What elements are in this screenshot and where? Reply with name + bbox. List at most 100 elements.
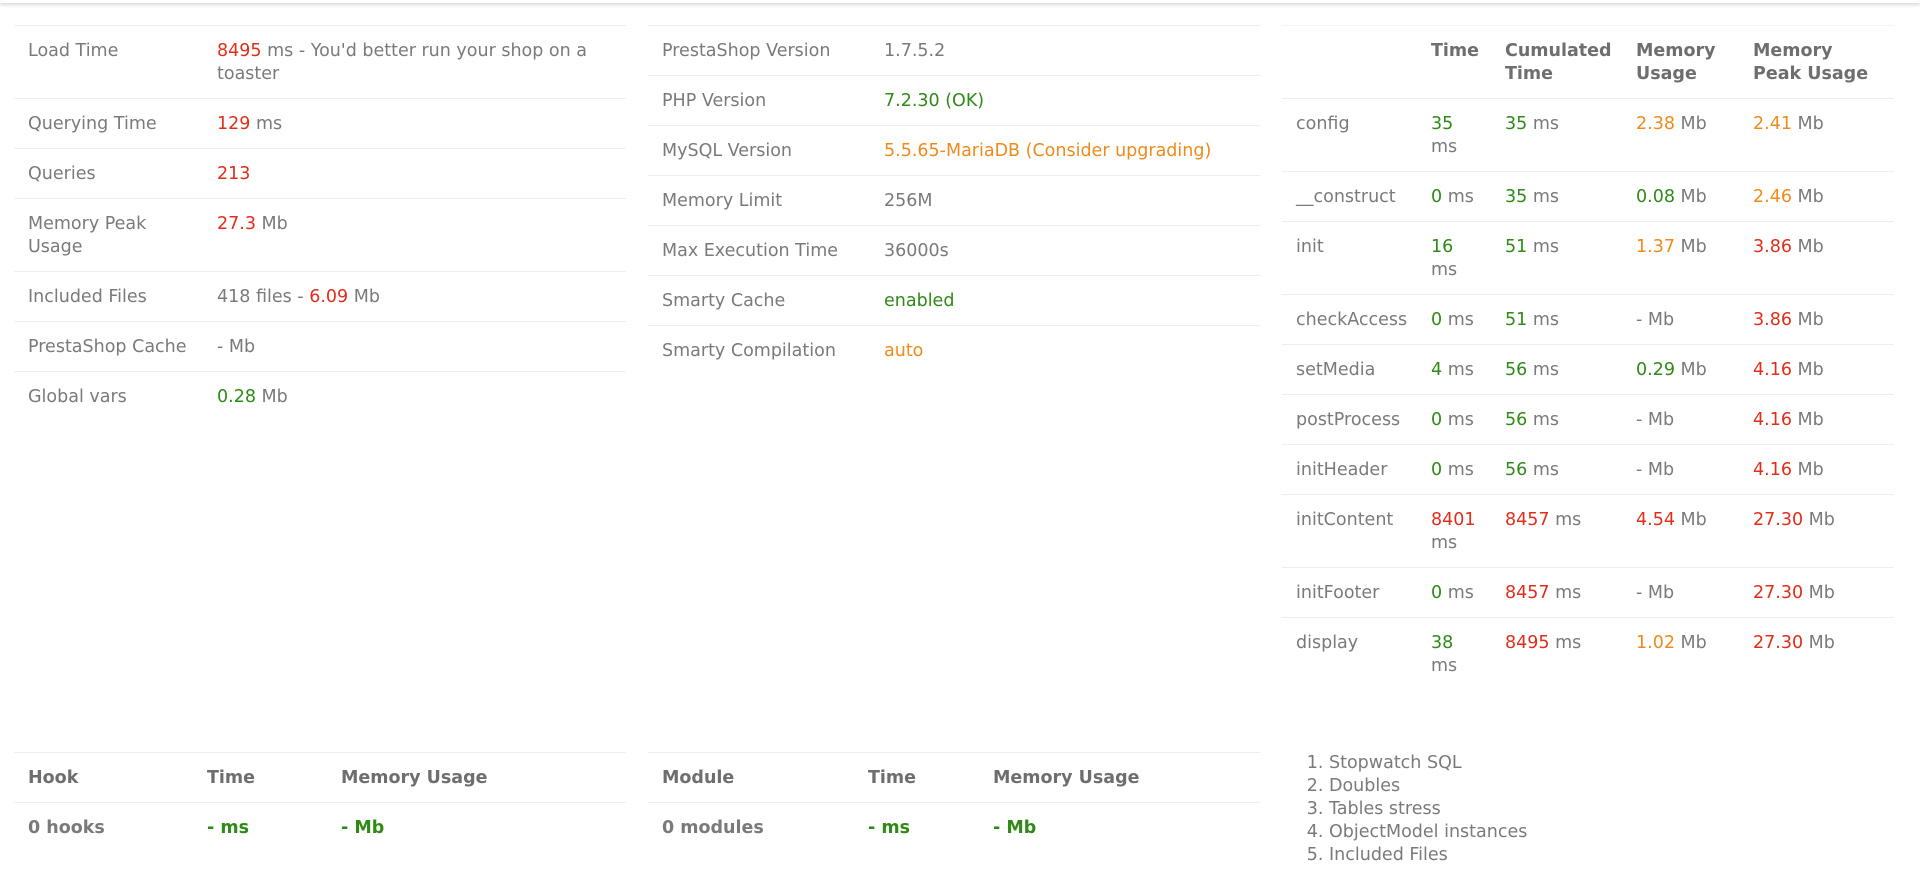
config-value: 7.2.30 (OK) <box>870 75 1260 126</box>
modules-header-module: Module <box>648 752 854 803</box>
modules-header-row: Module Time Memory Usage <box>648 752 1260 803</box>
modules-header-memory-usage: Memory Usage <box>979 752 1260 803</box>
step-memory-peak: 27.30 Mb <box>1739 617 1894 690</box>
steps-header-memory-peak-usage: Memory Peak Usage <box>1739 25 1894 99</box>
step-memory-usage-value: 1.02 <box>1636 633 1675 653</box>
step-memory-peak-unit: Mb <box>1791 310 1824 330</box>
step-memory-usage-unit: Mb <box>1674 633 1707 653</box>
config-row: PrestaShop Version 1.7.5.2 <box>648 25 1260 76</box>
step-name: checkAccess <box>1282 294 1417 345</box>
summary-value: 418 files - 6.09 Mb <box>203 271 626 322</box>
step-cumulated-time: 8457 ms <box>1491 494 1622 568</box>
step-time-unit: ms <box>1442 187 1474 207</box>
step-time-unit: ms <box>1431 656 1458 676</box>
summary-table: Load Time 8495 ms - You'd better run your… <box>14 25 626 421</box>
step-memory-usage-value: 4.54 <box>1636 510 1675 530</box>
step-cumulated-time: 56 ms <box>1491 344 1622 395</box>
step-time-value: 16 <box>1431 237 1454 257</box>
hooks-header-time: Time <box>193 752 327 803</box>
summary-value-number: 418 files - <box>217 287 310 307</box>
step-memory-usage: 1.02 Mb <box>1622 617 1739 690</box>
debug-link-item[interactable]: Doubles <box>1329 775 1885 798</box>
summary-value-number: 8495 <box>217 41 262 61</box>
step-name: initFooter <box>1282 567 1417 618</box>
config-value-text: auto <box>884 341 924 361</box>
step-memory-usage: 0.29 Mb <box>1622 344 1739 395</box>
step-memory-usage-unit: Mb <box>1642 460 1675 480</box>
summary-value-suffix: Mb <box>255 387 288 407</box>
summary-value: 8495 ms - You'd better run your shop on … <box>203 25 626 99</box>
summary-row: Queries 213 <box>14 148 626 199</box>
steps-header-cumulated-time: Cumulated Time <box>1491 25 1622 99</box>
summary-row: Included Files 418 files - 6.09 Mb <box>14 271 626 322</box>
step-time: 8401 ms <box>1417 494 1491 568</box>
config-value-text: 256M <box>884 191 933 211</box>
steps-header-time: Time <box>1417 25 1491 99</box>
step-memory-peak-unit: Mb <box>1803 510 1835 530</box>
modules-total-label: 0 modules <box>648 802 854 852</box>
config-row: Max Execution Time 36000s <box>648 225 1260 276</box>
step-time-unit: ms <box>1442 410 1474 430</box>
config-value: enabled <box>870 275 1260 326</box>
step-memory-usage-value: 2.38 <box>1636 114 1675 134</box>
summary-label: Querying Time <box>14 98 203 149</box>
config-row: MySQL Version 5.5.65-MariaDB (Consider up… <box>648 125 1260 176</box>
step-cumulated-time: 51 ms <box>1491 221 1622 295</box>
debug-link-item[interactable]: Included Files <box>1329 844 1885 867</box>
step-name: postProcess <box>1282 394 1417 445</box>
hooks-total-memory: - Mb <box>327 802 626 852</box>
summary-label: PrestaShop Cache <box>14 321 203 372</box>
summary-value-suffix: ms - You'd better run your shop on a toa… <box>217 41 588 84</box>
modules-total-time-unit: ms <box>875 818 911 838</box>
step-name: config <box>1282 98 1417 172</box>
steps-header-memory-usage: Memory Usage <box>1622 25 1739 99</box>
step-memory-peak-unit: Mb <box>1791 237 1824 257</box>
step-memory-peak-value: 2.41 <box>1753 114 1792 134</box>
step-memory-usage-unit: Mb <box>1674 237 1707 257</box>
step-cumulated-time-value: 8457 <box>1505 510 1550 530</box>
step-memory-peak: 4.16 Mb <box>1739 444 1894 495</box>
summary-label: Load Time <box>14 25 203 99</box>
step-time-unit: ms <box>1431 137 1458 157</box>
summary-panel: Load Time 8495 ms - You'd better run your… <box>14 25 626 421</box>
config-value-text: 1.7.5.2 <box>884 41 946 61</box>
steps-row: initFooter 0 ms 8457 ms - Mb 27.30 Mb <box>1282 567 1894 618</box>
step-cumulated-time-value: 51 <box>1505 237 1528 257</box>
summary-value: 27.3 Mb <box>203 198 626 272</box>
step-cumulated-time: 56 ms <box>1491 444 1622 495</box>
summary-label: Included Files <box>14 271 203 322</box>
step-memory-peak-value: 3.86 <box>1753 237 1792 257</box>
modules-total-row: 0 modules - ms - Mb <box>648 802 1260 852</box>
step-memory-peak-unit: Mb <box>1791 360 1824 380</box>
step-time-unit: ms <box>1431 533 1458 553</box>
step-cumulated-time-value: 8495 <box>1505 633 1550 653</box>
config-row: Smarty Cache enabled <box>648 275 1260 326</box>
summary-value-number: 129 <box>217 114 251 134</box>
step-memory-usage: 2.38 Mb <box>1622 98 1739 172</box>
step-name: setMedia <box>1282 344 1417 395</box>
summary-value: 0.28 Mb <box>203 371 626 421</box>
step-cumulated-time: 56 ms <box>1491 394 1622 445</box>
steps-row: initHeader 0 ms 56 ms - Mb 4.16 Mb <box>1282 444 1894 495</box>
step-memory-peak-unit: Mb <box>1803 583 1835 603</box>
config-label: Smarty Cache <box>648 275 870 326</box>
step-memory-peak: 3.86 Mb <box>1739 221 1894 295</box>
config-value: 256M <box>870 175 1260 226</box>
debug-link-item[interactable]: Tables stress <box>1329 798 1885 821</box>
step-cumulated-time-unit: ms <box>1527 360 1560 380</box>
summary-label: Global vars <box>14 371 203 421</box>
step-time-value: 38 <box>1431 633 1454 653</box>
step-time: 16 ms <box>1417 221 1491 295</box>
step-time: 0 ms <box>1417 171 1491 222</box>
summary-row: Load Time 8495 ms - You'd better run your… <box>14 25 626 99</box>
step-time-unit: ms <box>1442 310 1474 330</box>
debug-link-item[interactable]: Stopwatch SQL <box>1329 752 1885 775</box>
step-time-value: 0 <box>1431 460 1443 480</box>
step-memory-usage-unit: Mb <box>1674 510 1707 530</box>
debug-link-item[interactable]: ObjectModel instances <box>1329 821 1885 844</box>
step-cumulated-time-unit: ms <box>1527 460 1560 480</box>
config-value-text: enabled <box>884 291 955 311</box>
modules-total-memory-unit: Mb <box>1000 818 1037 838</box>
step-cumulated-time-unit: ms <box>1549 583 1582 603</box>
step-name: display <box>1282 617 1417 690</box>
